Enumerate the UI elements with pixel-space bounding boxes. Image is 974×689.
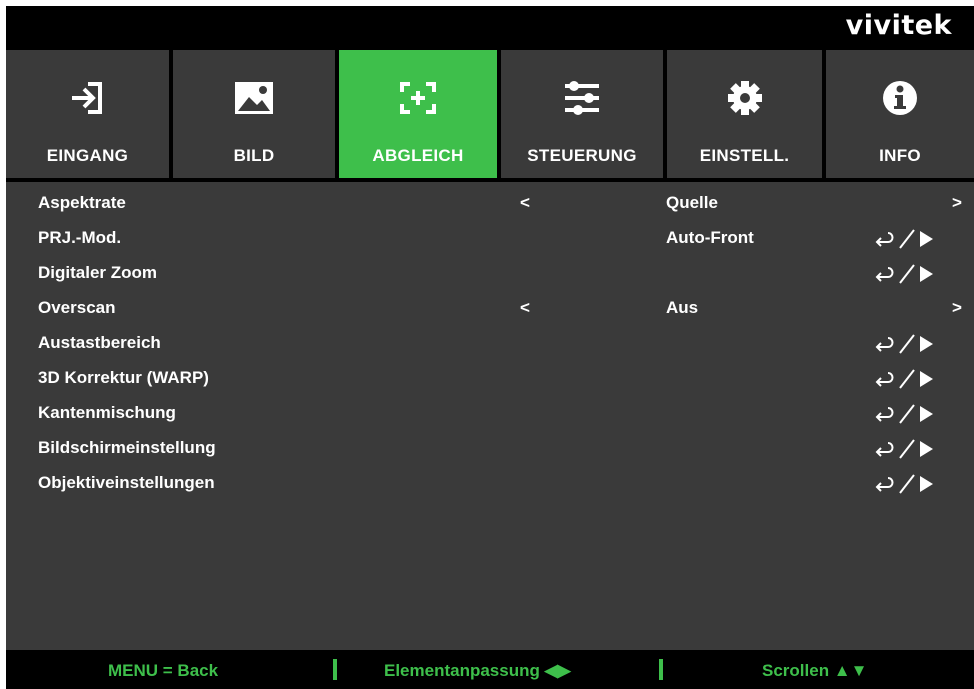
tab-label: EINGANG	[46, 146, 129, 165]
tab-label: BILD	[233, 146, 275, 165]
back-hint: MENU = Back	[108, 661, 219, 680]
menu-item-overscan[interactable]: Overscan < Aus >	[6, 291, 974, 326]
menu-item-label: Bildschirmeinstellung	[38, 438, 216, 457]
right-arrow-icon[interactable]: >	[952, 193, 962, 213]
menu-item-3d-korrektur[interactable]: 3D Korrektur (WARP)	[6, 361, 974, 396]
menu-item-digitaler-zoom[interactable]: Digitaler Zoom	[6, 256, 974, 291]
sliders-icon	[501, 78, 663, 118]
vivitek-logo: vivitek	[845, 10, 952, 41]
alignment-icon	[339, 78, 497, 118]
menu-item-label: Digitaler Zoom	[38, 263, 158, 282]
enter-arrow-icon	[875, 264, 933, 284]
menu-item-label: Kantenmischung	[38, 403, 176, 422]
menu-item-label: Aspektrate	[38, 193, 126, 212]
menu-item-prj-mod[interactable]: PRJ.-Mod. Auto-Front	[6, 221, 974, 256]
enter-arrow-icon	[875, 369, 933, 389]
scroll-hint: Scrollen ▲▼	[762, 661, 868, 680]
left-arrow-icon[interactable]: <	[520, 298, 530, 318]
menu-item-bildschirmeinstellung[interactable]: Bildschirmeinstellung	[6, 431, 974, 466]
right-arrow-icon[interactable]: >	[952, 298, 962, 318]
tab-label: EINSTELL.	[699, 146, 790, 165]
menu-item-kantenmischung[interactable]: Kantenmischung	[6, 396, 974, 431]
enter-arrow-icon	[875, 439, 933, 459]
menu-item-label: Austastbereich	[38, 333, 161, 352]
enter-arrow-icon	[875, 404, 933, 424]
menu-list: Aspektrate < Quelle > PRJ.-Mod. Auto-Fro…	[6, 182, 974, 650]
menu-item-objektiveinstellungen[interactable]: Objektiveinstellungen	[6, 466, 974, 501]
menu-item-value: Aus	[666, 298, 699, 317]
tab-label: INFO	[879, 146, 921, 165]
menu-item-label: Objektiveinstellungen	[38, 473, 215, 492]
image-icon	[173, 78, 335, 118]
menu-item-austastbereich[interactable]: Austastbereich	[6, 326, 974, 361]
input-icon	[6, 78, 169, 118]
info-icon	[826, 78, 974, 118]
menu-item-aspektrate[interactable]: Aspektrate < Quelle >	[6, 186, 974, 221]
enter-arrow-icon	[875, 229, 933, 249]
menu-item-label: Overscan	[38, 298, 116, 317]
menu-item-value: Quelle	[666, 193, 718, 212]
tab-label: STEUERUNG	[527, 146, 637, 165]
tab-eingang[interactable]: EINGANG	[6, 50, 169, 178]
top-bar: vivitek	[6, 6, 974, 48]
menu-item-label: PRJ.-Mod.	[38, 228, 122, 247]
tab-bar: EINGANG BILD ABGLEICH STEUERUNG EINSTELL…	[6, 48, 974, 180]
tab-abgleich[interactable]: ABGLEICH	[339, 50, 497, 178]
gear-icon	[667, 78, 822, 118]
divider	[659, 659, 663, 680]
enter-arrow-icon	[875, 334, 933, 354]
tab-bild[interactable]: BILD	[173, 50, 335, 178]
tab-info[interactable]: INFO	[826, 50, 974, 178]
tab-steuerung[interactable]: STEUERUNG	[501, 50, 663, 178]
footer-hint-bar: MENU = Back Elementanpassung ◀▶ Scrollen…	[6, 650, 974, 689]
menu-item-value: Auto-Front	[666, 228, 754, 247]
tab-einstell[interactable]: EINSTELL.	[667, 50, 822, 178]
divider	[333, 659, 337, 680]
osd-menu: vivitek EINGANG BILD ABGLEICH STEUERUNG …	[6, 6, 974, 689]
menu-item-label: 3D Korrektur (WARP)	[38, 368, 209, 387]
enter-arrow-icon	[875, 474, 933, 494]
adjust-hint: Elementanpassung ◀▶	[384, 661, 571, 680]
tab-label: ABGLEICH	[372, 146, 464, 165]
left-arrow-icon[interactable]: <	[520, 193, 530, 213]
